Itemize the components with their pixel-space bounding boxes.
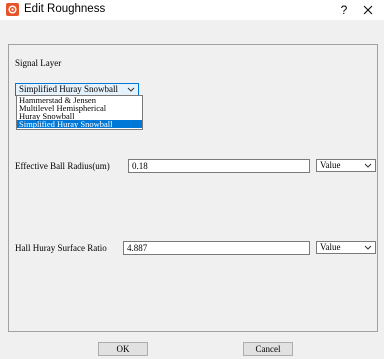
surface-ratio-mode-select[interactable]: Value — [316, 241, 376, 254]
ball-radius-label: Effective Ball Radius(um) — [15, 161, 110, 171]
close-icon[interactable] — [360, 2, 376, 18]
cancel-button[interactable]: Cancel — [243, 342, 293, 356]
chevron-down-icon — [363, 160, 373, 171]
ok-button[interactable]: OK — [98, 342, 148, 356]
ball-radius-input[interactable]: 0.18 — [128, 159, 310, 173]
surface-ratio-mode-value: Value — [320, 242, 341, 252]
chevron-down-icon — [126, 84, 136, 95]
dropdown-option-simplified-huray-snowball[interactable]: Simplified Huray Snowball — [17, 120, 142, 128]
signal-layer-label: Signal Layer — [15, 58, 62, 68]
signal-layer-dropdown-list: Hammerstad & Jensen Multilevel Hemispher… — [16, 95, 143, 130]
help-button[interactable]: ? — [336, 2, 352, 18]
signal-layer-selected-value: Simplified Huray Snowball — [19, 84, 118, 94]
ball-radius-mode-value: Value — [320, 160, 341, 170]
surface-ratio-input[interactable]: 4.887 — [123, 241, 310, 255]
chevron-down-icon — [363, 242, 373, 253]
window-title: Edit Roughness — [24, 3, 106, 15]
ball-radius-mode-select[interactable]: Value — [316, 159, 376, 172]
title-bar: Edit Roughness ? — [0, 0, 384, 20]
app-logo-icon — [6, 3, 19, 16]
surface-ratio-label: Hall Huray Surface Ratio — [15, 243, 107, 253]
